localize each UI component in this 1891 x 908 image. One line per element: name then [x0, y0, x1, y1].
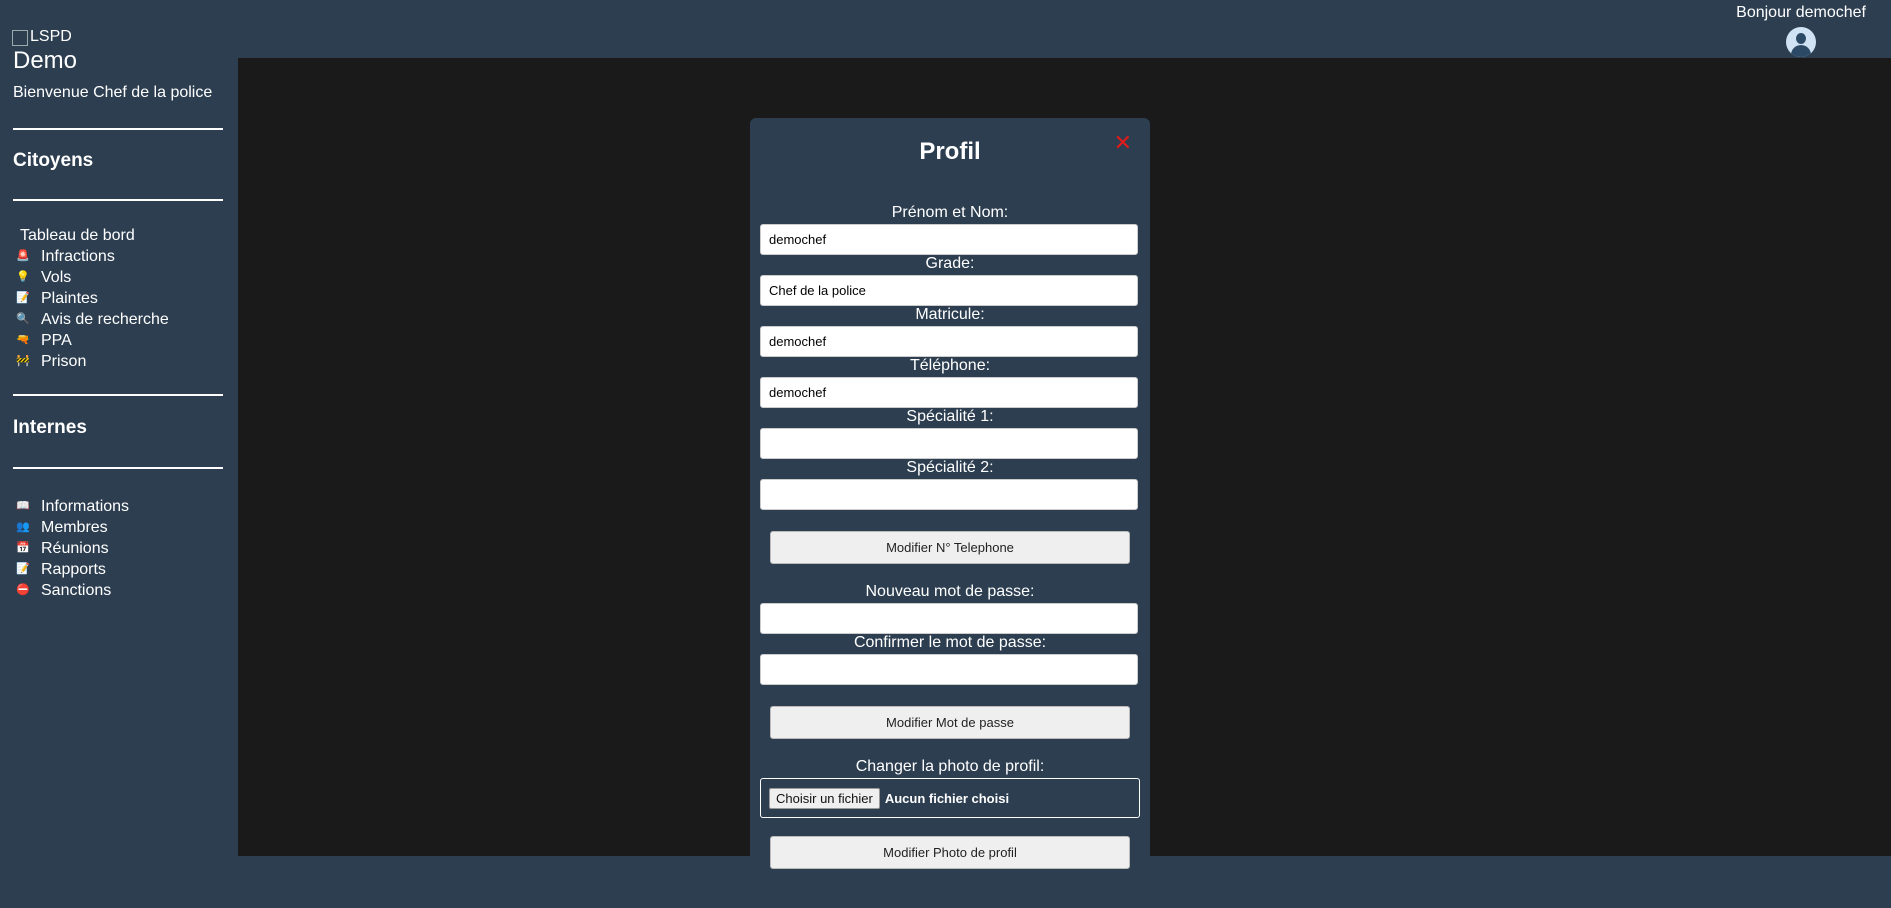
- modify-phone-button[interactable]: Modifier N° Telephone: [770, 531, 1130, 564]
- section-title-citoyens: Citoyens: [13, 150, 94, 171]
- new-password-field[interactable]: [760, 603, 1138, 634]
- no-entry-icon: ⛔: [16, 584, 30, 596]
- modify-photo-button[interactable]: Modifier Photo de profil: [770, 836, 1130, 869]
- broken-image-icon: [12, 30, 28, 46]
- specialty2-label: Spécialité 2:: [906, 459, 994, 476]
- calendar-icon: 📅: [16, 542, 30, 554]
- welcome-text: Bienvenue Chef de la police: [13, 84, 213, 101]
- name-label: Prénom et Nom:: [891, 204, 1009, 221]
- barrier-icon: 🚧: [16, 355, 30, 367]
- logo-alt-text: LSPD: [30, 28, 72, 45]
- sidebar-item-vols[interactable]: 💡 Vols: [15, 267, 169, 288]
- sidebar-item-ppa[interactable]: 🔫 PPA: [15, 330, 169, 351]
- name-field[interactable]: [760, 224, 1138, 255]
- avatar-head: [1796, 33, 1807, 44]
- confirm-password-field[interactable]: [760, 654, 1138, 685]
- sidebar-item-label: Plaintes: [41, 290, 98, 307]
- siren-icon: 🚨: [16, 250, 30, 262]
- grade-label: Grade:: [925, 255, 975, 272]
- app-name: Demo: [13, 47, 78, 74]
- sidebar-item-label: Réunions: [41, 540, 109, 557]
- sidebar-item-label: PPA: [41, 332, 72, 349]
- divider: [13, 467, 223, 469]
- greeting-text: Bonjour demochef: [1736, 4, 1866, 21]
- section-title-internes: Internes: [13, 417, 87, 438]
- sidebar-item-reunions[interactable]: 📅 Réunions: [15, 538, 129, 559]
- sidebar-item-label: Prison: [41, 353, 87, 370]
- logo: LSPD: [12, 28, 72, 46]
- memo-icon: 📝: [16, 563, 30, 575]
- sidebar-item-informations[interactable]: 📖 Informations: [15, 496, 129, 517]
- lightbulb-icon: 💡: [16, 271, 30, 283]
- modify-password-button[interactable]: Modifier Mot de passe: [770, 706, 1130, 739]
- divider: [13, 199, 223, 201]
- people-icon: 👥: [16, 521, 30, 533]
- new-password-label: Nouveau mot de passe:: [865, 583, 1035, 600]
- divider: [13, 394, 223, 396]
- sidebar-item-membres[interactable]: 👥 Membres: [15, 517, 129, 538]
- sidebar-item-infractions[interactable]: 🚨 Infractions: [15, 246, 169, 267]
- modal-title: Profil: [919, 138, 981, 165]
- sidebar-item-label: Informations: [41, 498, 130, 515]
- nav-internes: 📖 Informations 👥 Membres 📅 Réunions 📝 Ra…: [15, 496, 129, 601]
- grade-field[interactable]: [760, 275, 1138, 306]
- specialty1-field[interactable]: [760, 428, 1138, 459]
- sidebar-item-label: Tableau de bord: [20, 227, 135, 244]
- gun-icon: 🔫: [16, 334, 30, 346]
- sidebar-item-rapports[interactable]: 📝 Rapports: [15, 559, 129, 580]
- file-status: Aucun fichier choisi: [884, 790, 1010, 806]
- phone-label: Téléphone:: [909, 357, 991, 374]
- sidebar-item-label: Infractions: [41, 248, 115, 265]
- profile-modal: Profil ✕ Prénom et Nom: Grade: Matricule…: [750, 118, 1150, 908]
- sidebar-item-label: Membres: [41, 519, 108, 536]
- divider: [13, 128, 223, 130]
- file-upload: Choisir un fichier Aucun fichier choisi: [760, 778, 1140, 818]
- choose-file-button[interactable]: Choisir un fichier: [769, 787, 880, 809]
- nav-citoyens: Tableau de bord 🚨 Infractions 💡 Vols 📝 P…: [15, 225, 169, 372]
- memo-icon: 📝: [16, 292, 30, 304]
- matricule-label: Matricule:: [915, 306, 985, 323]
- sidebar-item-label: Rapports: [41, 561, 106, 578]
- magnifier-icon: 🔍: [16, 313, 30, 325]
- book-icon: 📖: [16, 500, 30, 512]
- avatar-body: [1791, 45, 1812, 57]
- close-icon[interactable]: ✕: [1114, 130, 1132, 156]
- confirm-password-label: Confirmer le mot de passe:: [853, 634, 1047, 651]
- sidebar: LSPD Demo Bienvenue Chef de la police Ci…: [0, 0, 238, 896]
- sidebar-item-avis-de-recherche[interactable]: 🔍 Avis de recherche: [15, 309, 169, 330]
- sidebar-item-label: Vols: [41, 269, 72, 286]
- sidebar-item-sanctions[interactable]: ⛔ Sanctions: [15, 580, 129, 601]
- sidebar-item-label: Avis de recherche: [41, 311, 169, 328]
- avatar[interactable]: [1786, 27, 1817, 57]
- phone-field[interactable]: [760, 377, 1138, 408]
- specialty1-label: Spécialité 1:: [906, 408, 994, 425]
- sidebar-item-label: Sanctions: [41, 582, 112, 599]
- sidebar-item-tableau-de-bord[interactable]: Tableau de bord: [15, 225, 169, 246]
- matricule-field[interactable]: [760, 326, 1138, 357]
- user-menu[interactable]: Bonjour demochef: [1736, 4, 1866, 57]
- sidebar-item-plaintes[interactable]: 📝 Plaintes: [15, 288, 169, 309]
- photo-label: Changer la photo de profil:: [855, 758, 1045, 775]
- sidebar-item-prison[interactable]: 🚧 Prison: [15, 351, 169, 372]
- specialty2-field[interactable]: [760, 479, 1138, 510]
